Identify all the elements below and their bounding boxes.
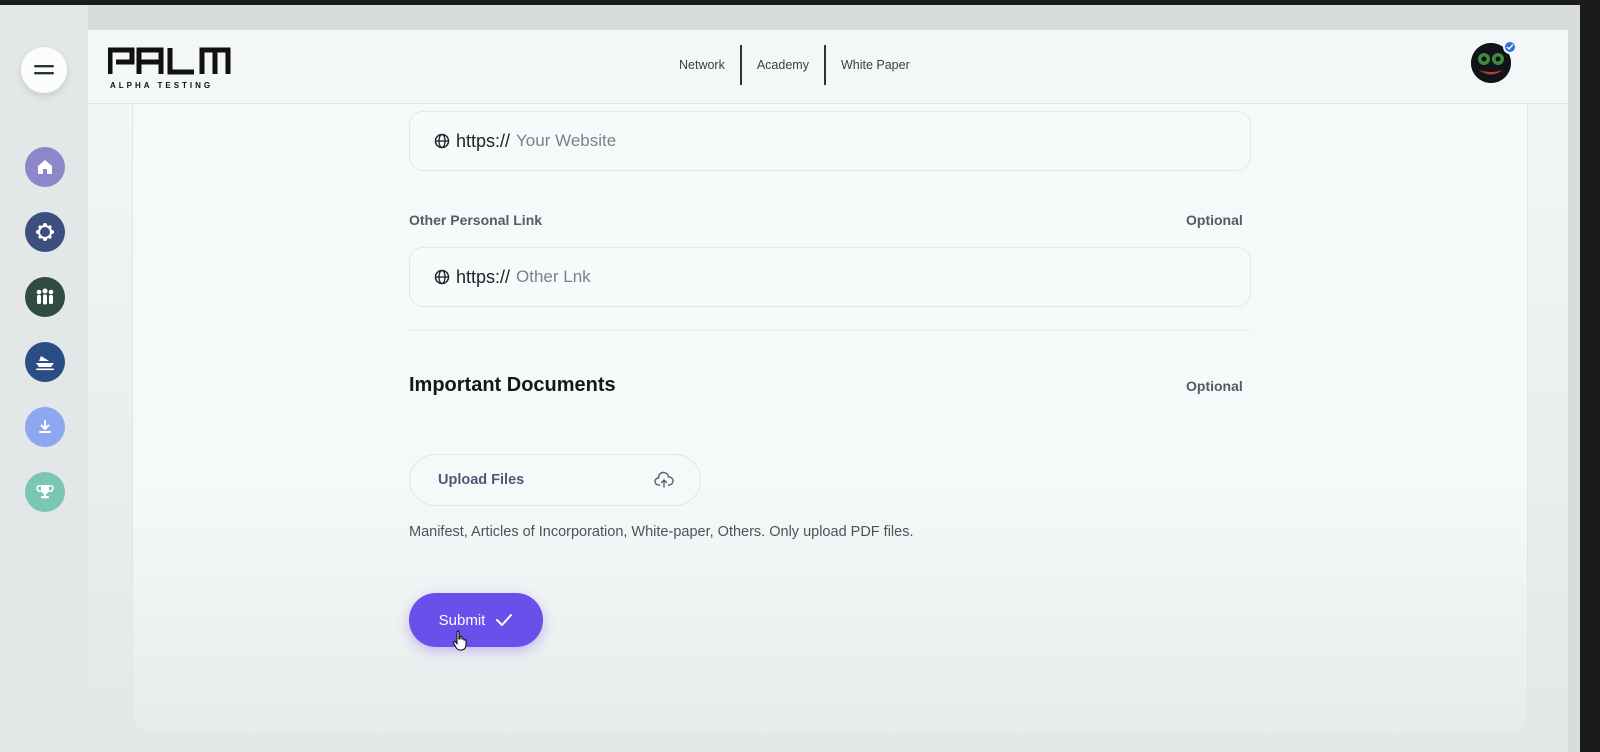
top-header: ALPHA TESTING Network Academy White Pape… <box>88 30 1568 104</box>
upload-files-button[interactable]: Upload Files <box>409 454 701 506</box>
sidebar-item-trophy[interactable] <box>25 472 65 512</box>
hand-cursor-icon <box>452 630 467 651</box>
other-link-label: Other Personal Link <box>409 212 543 228</box>
upload-label: Upload Files <box>438 472 525 488</box>
community-icon <box>36 288 54 305</box>
nav-academy[interactable]: Academy <box>742 58 824 72</box>
upload-help-text: Manifest, Articles of Incorporation, Whi… <box>409 524 914 540</box>
nav-network[interactable]: Network <box>664 58 740 72</box>
sidebar-item-community[interactable] <box>25 277 65 317</box>
form-card <box>132 104 1528 736</box>
other-link-placeholder: Other Lnk <box>516 267 591 286</box>
logo-subtitle: ALPHA TESTING <box>110 81 214 90</box>
sidebar <box>0 5 88 752</box>
sidebar-item-download[interactable] <box>25 407 65 447</box>
sidebar-item-network[interactable] <box>25 212 65 252</box>
submit-label: Submit <box>438 611 486 629</box>
trophy-icon <box>36 485 54 499</box>
hamburger-icon <box>34 65 54 75</box>
palm-logo-mark <box>107 47 231 75</box>
url-prefix: https:// <box>456 130 511 151</box>
verified-badge-icon <box>1503 40 1517 54</box>
website-field[interactable]: https:// Your Website <box>409 111 1251 171</box>
url-prefix: https:// <box>456 266 511 287</box>
website-placeholder: Your Website <box>516 131 617 150</box>
other-link-field[interactable]: https:// Other Lnk <box>409 247 1251 307</box>
download-icon <box>39 420 51 433</box>
home-icon <box>38 160 52 174</box>
nav-white-paper[interactable]: White Paper <box>826 58 925 72</box>
cloud-upload-icon <box>654 471 674 488</box>
window-top-border <box>0 0 1600 5</box>
sidebar-item-home[interactable] <box>25 147 65 187</box>
top-nav: Network Academy White Paper <box>664 44 925 86</box>
submit-button[interactable]: Submit <box>409 593 543 647</box>
sidebar-item-boat[interactable] <box>25 342 65 382</box>
other-link-optional: Optional <box>1186 212 1243 228</box>
globe-icon <box>434 133 450 149</box>
menu-button[interactable] <box>21 47 67 93</box>
window-right-border <box>1580 0 1600 752</box>
network-icon <box>36 223 54 241</box>
boat-icon <box>36 356 54 371</box>
documents-optional: Optional <box>1186 378 1243 394</box>
palm-logo[interactable] <box>107 44 232 83</box>
globe-icon <box>434 269 450 285</box>
section-divider <box>409 330 1251 331</box>
checkmark-icon <box>496 614 513 626</box>
documents-title: Important Documents <box>409 374 616 396</box>
